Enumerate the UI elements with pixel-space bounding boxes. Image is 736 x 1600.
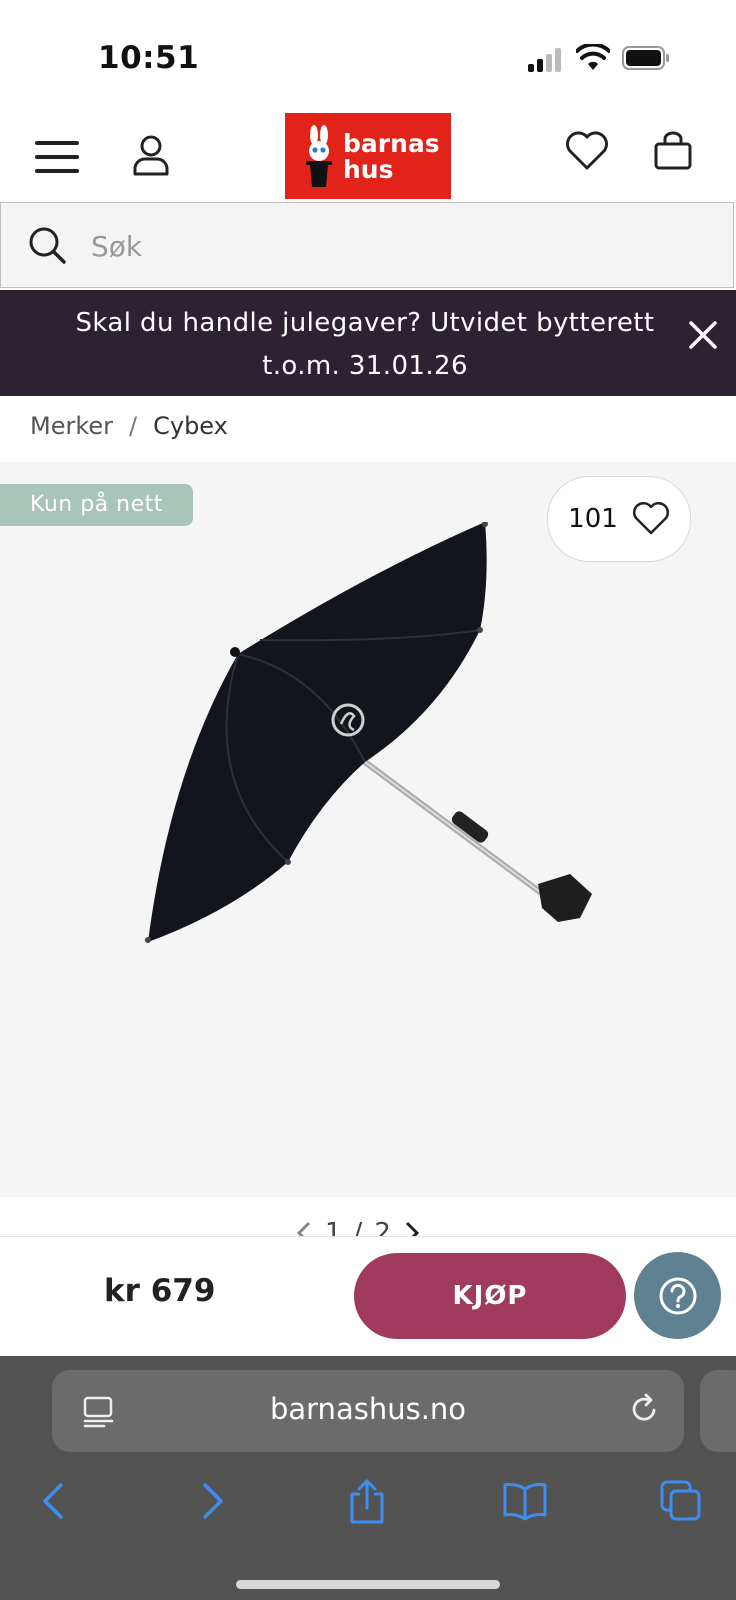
cellular-signal-icon — [528, 48, 564, 72]
share-icon — [350, 1479, 384, 1524]
buy-button[interactable]: KJØP — [354, 1253, 626, 1339]
logo-text: barnas hus — [343, 131, 440, 183]
bookmarks-button[interactable] — [500, 1476, 550, 1526]
tabs-button[interactable] — [656, 1476, 706, 1526]
umbrella-pole-highlight — [364, 761, 541, 893]
online-only-badge: Kun på nett — [0, 484, 193, 526]
product-image[interactable] — [140, 522, 610, 962]
help-button[interactable] — [634, 1252, 721, 1339]
pager-separator: / — [353, 1218, 363, 1236]
promo-text: Skal du handle julegaver? Utvidet bytter… — [75, 308, 655, 381]
browser-chrome: barnashus.no — [0, 1356, 736, 1600]
breadcrumb-item-merker[interactable]: Merker — [30, 412, 113, 440]
back-icon — [43, 1483, 63, 1519]
forward-icon — [203, 1483, 223, 1519]
close-icon[interactable] — [684, 316, 722, 354]
bookmarks-icon — [503, 1483, 547, 1521]
rabbit-hat-logo-icon — [306, 125, 332, 187]
chevron-left-icon[interactable] — [295, 1219, 313, 1236]
wifi-icon — [576, 44, 610, 70]
account-button[interactable] — [124, 128, 178, 182]
umbrella-tip — [285, 859, 291, 865]
home-indicator — [236, 1580, 500, 1589]
sticky-buy-bar: kr 679 KJØP — [0, 1236, 736, 1357]
next-tab-preview[interactable] — [700, 1370, 736, 1452]
breadcrumb: Merker / Cybex — [30, 412, 228, 440]
search-icon[interactable] — [27, 225, 67, 265]
account-icon — [133, 135, 169, 176]
chevron-right-icon[interactable] — [403, 1219, 421, 1236]
address-bar[interactable]: barnashus.no — [52, 1370, 684, 1452]
logo-line-1: barnas — [343, 129, 440, 158]
wishlist-button[interactable] — [560, 124, 614, 178]
umbrella-clamp — [538, 874, 592, 922]
umbrella-tip — [230, 647, 240, 657]
product-gallery[interactable]: Kun på nett 101 — [0, 462, 736, 1197]
product-price: kr 679 — [104, 1273, 216, 1309]
shopping-bag-icon — [654, 131, 692, 170]
status-bar: 10:51 — [0, 0, 736, 110]
gallery-pager: 1 / 2 — [0, 1208, 736, 1236]
heart-icon — [632, 502, 669, 535]
status-time: 10:51 — [98, 40, 200, 76]
question-mark-icon — [659, 1277, 696, 1314]
pager-content: 1 / 2 — [295, 1218, 421, 1236]
umbrella-canopy — [148, 522, 487, 942]
umbrella-tip — [145, 937, 151, 943]
heart-icon — [566, 131, 608, 170]
reload-icon[interactable] — [626, 1392, 662, 1428]
site-header: barnas hus — [0, 110, 736, 202]
back-button[interactable] — [28, 1476, 78, 1526]
menu-button[interactable] — [30, 130, 84, 184]
battery-icon — [622, 46, 669, 70]
breadcrumb-item-cybex[interactable]: Cybex — [153, 412, 228, 440]
barnashus-logo[interactable]: barnas hus — [285, 113, 451, 199]
cart-button[interactable] — [646, 124, 700, 178]
logo-line-2: hus — [343, 155, 394, 184]
pager-current: 1 — [325, 1218, 342, 1236]
menu-icon — [35, 141, 79, 173]
search-input[interactable] — [89, 219, 693, 273]
promo-banner: Skal du handle julegaver? Utvidet bytter… — [0, 290, 736, 396]
breadcrumb-separator: / — [129, 412, 138, 440]
search-bar[interactable] — [0, 202, 734, 288]
share-button[interactable] — [342, 1476, 392, 1526]
forward-button[interactable] — [188, 1476, 238, 1526]
pager-total: 2 — [374, 1218, 391, 1236]
umbrella-tip — [477, 627, 483, 633]
url-text[interactable]: barnashus.no — [52, 1392, 684, 1426]
tabs-icon — [660, 1480, 701, 1521]
